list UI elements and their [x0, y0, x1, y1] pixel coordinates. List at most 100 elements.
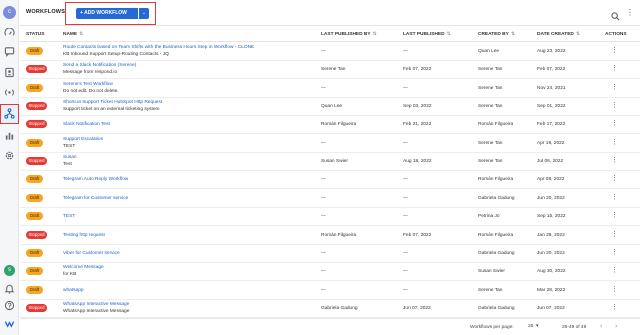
notification-bell-icon[interactable] — [4, 283, 15, 294]
help-icon[interactable] — [4, 300, 15, 311]
user-avatar[interactable]: c — [3, 6, 16, 19]
row-actions-icon[interactable]: ⋮ — [611, 46, 618, 54]
date-created-cell: Jun 20, 2022 — [537, 250, 565, 256]
rows-per-page-select[interactable]: 25 ▾ — [528, 324, 538, 329]
row-actions-icon[interactable]: ⋮ — [611, 83, 618, 91]
last-published-by-cell: — — [321, 214, 326, 220]
workflow-description: Message from respond.io — [63, 70, 118, 76]
next-page-icon[interactable]: › — [615, 323, 617, 330]
column-date-created[interactable]: DATE CREATED ⇅ — [537, 32, 580, 37]
workflow-name-link[interactable]: Send a Slack Notification (Serene) — [63, 63, 136, 68]
table-row[interactable]: Stopped Slack Notification Test Román Filg… — [20, 116, 640, 135]
table-row[interactable]: Stopped Send a Slack Notification (Serene… — [20, 61, 640, 80]
date-created-cell: Aug 30, 2022 — [537, 269, 566, 275]
dashboard-icon[interactable] — [4, 28, 15, 39]
table-row[interactable]: Stopped WhatsApp Interactive Message Whats… — [20, 300, 640, 318]
workflow-name-link[interactable]: Serene's Test Workflow — [63, 82, 113, 87]
row-actions-icon[interactable]: ⋮ — [611, 101, 618, 109]
status-badge: Stopped — [26, 65, 47, 74]
row-actions-icon[interactable]: ⋮ — [611, 119, 618, 127]
created-by-cell: Serene Tan — [478, 287, 503, 293]
last-published-by-cell: — — [321, 140, 326, 146]
created-by-cell: Quan Lee — [478, 49, 500, 54]
row-actions-icon[interactable]: ⋮ — [611, 230, 618, 238]
last-published-by-cell: — — [321, 269, 326, 275]
row-actions-icon[interactable]: ⋮ — [611, 193, 618, 201]
created-by-cell: Gabriela Gadung — [478, 195, 515, 201]
column-last-published[interactable]: LAST PUBLISHED ⇅ — [403, 32, 451, 37]
row-actions-icon[interactable]: ⋮ — [611, 174, 618, 182]
last-published-cell: Jun 07, 2022 — [403, 305, 431, 311]
workflow-name-link[interactable]: WhatsApp Interactive Message — [63, 302, 129, 307]
sort-icon: ⇅ — [446, 32, 451, 37]
last-published-cell: — — [403, 214, 408, 220]
workflow-name-link[interactable]: whatsapp — [63, 288, 84, 293]
row-actions-icon[interactable]: ⋮ — [611, 211, 618, 219]
last-published-by-cell: — — [321, 250, 326, 256]
workflow-name-link[interactable]: Route Contacts based on Team Shifts with… — [63, 45, 254, 50]
messages-icon[interactable] — [4, 46, 15, 57]
table-row[interactable]: Stopped Susan Test Susan Swier Aug 18, 2022 S… — [20, 153, 640, 172]
workflow-name-link[interactable]: Telegram for Customer service — [63, 196, 128, 201]
workflow-name-link[interactable]: TEST — [63, 214, 75, 219]
status-badge: Draft — [26, 83, 43, 92]
workflow-name-link[interactable]: Viber for Customer service — [63, 251, 120, 256]
broadcast-icon[interactable] — [4, 87, 15, 98]
table-row[interactable]: Draft whatsapp — — Serene Tan Mar 28, 2022 ⋮ — [20, 282, 640, 300]
table-row[interactable]: Stopped Testing http request Román Filguei… — [20, 227, 640, 245]
row-actions-icon[interactable]: ⋮ — [611, 64, 618, 72]
column-status[interactable]: STATUS — [26, 32, 44, 37]
add-workflow-button[interactable]: + ADD WORKFLOW — [76, 8, 138, 19]
search-icon[interactable] — [611, 8, 620, 21]
workflow-description: Support ticket on an external ticketing … — [63, 107, 160, 113]
row-actions-icon[interactable]: ⋮ — [611, 266, 618, 274]
add-workflow-dropdown-button[interactable]: ⌄ — [139, 8, 149, 19]
status-badge: Draft — [26, 285, 43, 294]
row-actions-icon[interactable]: ⋮ — [611, 156, 618, 164]
table-row[interactable]: Draft Welcome Message for KB — — Susan Swier A… — [20, 263, 640, 282]
last-published-by-cell: — — [321, 49, 326, 54]
last-published-cell: — — [403, 250, 408, 256]
table-row[interactable]: Draft Support Escalation TEST — — Serene Tan A… — [20, 135, 640, 153]
table-row[interactable]: Draft TEST — — Petrina Jo Sep 15, 2022 ⋮ — [20, 208, 640, 227]
workflow-name-link[interactable]: Support Escalation — [63, 137, 103, 142]
status-badge: Draft — [26, 138, 43, 147]
last-published-cell: — — [403, 195, 408, 201]
workflow-name-link[interactable]: Welcome Message — [63, 265, 104, 270]
row-actions-icon[interactable]: ⋮ — [611, 248, 618, 256]
row-actions-icon[interactable]: ⋮ — [611, 303, 618, 311]
workflow-name-link[interactable]: Shortcut Support Ticket HubSpot Http Req… — [63, 100, 162, 105]
workflow-name-link[interactable]: Susan — [63, 155, 77, 160]
last-published-by-cell: Susan Swier — [321, 159, 348, 165]
row-actions-icon[interactable]: ⋮ — [611, 285, 618, 293]
reports-icon[interactable] — [4, 130, 15, 141]
table-row[interactable]: Draft Telegram for Customer service — — Gabr… — [20, 190, 640, 208]
workflow-name-link[interactable]: Slack Notification Test — [63, 122, 110, 127]
last-published-cell: Sep 03, 2022 — [403, 104, 432, 110]
status-badge: Stopped — [26, 120, 47, 129]
table-row[interactable]: Draft Telegram Auto Reply Workflow — — Román… — [20, 171, 640, 190]
more-options-icon[interactable]: ⋮ — [626, 8, 634, 17]
status-badge: Stopped — [26, 230, 47, 239]
previous-page-icon[interactable]: ‹ — [600, 323, 602, 330]
workspace-avatar[interactable]: s — [4, 265, 15, 276]
settings-icon[interactable] — [4, 150, 15, 161]
table-row[interactable]: Draft Serene's Test Workflow Do not edit. … — [20, 80, 640, 98]
workflow-name-link[interactable]: Telegram Auto Reply Workflow — [63, 177, 128, 182]
table-row[interactable]: Draft Viber for Customer service — — Gabriel… — [20, 245, 640, 263]
column-name[interactable]: NAME ⇅ — [63, 32, 83, 37]
workflows-nav-item[interactable] — [0, 104, 19, 124]
workflow-name-link[interactable]: Testing http request — [63, 233, 105, 238]
created-by-cell: Gabriela Gadung — [478, 250, 515, 256]
sort-icon: ⇅ — [372, 32, 377, 37]
table-row[interactable]: Draft Route Contacts based on Team Shifts… — [20, 43, 640, 61]
workflow-description: KB Inbound Support Setup-Routing Contact… — [63, 52, 169, 57]
table-row[interactable]: Stopped Shortcut Support Ticket HubSpot H… — [20, 98, 640, 117]
status-badge: Stopped — [26, 102, 47, 111]
contacts-icon[interactable] — [4, 67, 15, 78]
column-created-by[interactable]: CREATED BY ⇅ — [478, 32, 515, 37]
row-actions-icon[interactable]: ⋮ — [611, 138, 618, 146]
add-workflow-highlight: + ADD WORKFLOW ⌄ — [65, 2, 156, 25]
last-published-cell: — — [403, 140, 408, 146]
column-last-published-by[interactable]: LAST PUBLISHED BY ⇅ — [321, 32, 377, 37]
